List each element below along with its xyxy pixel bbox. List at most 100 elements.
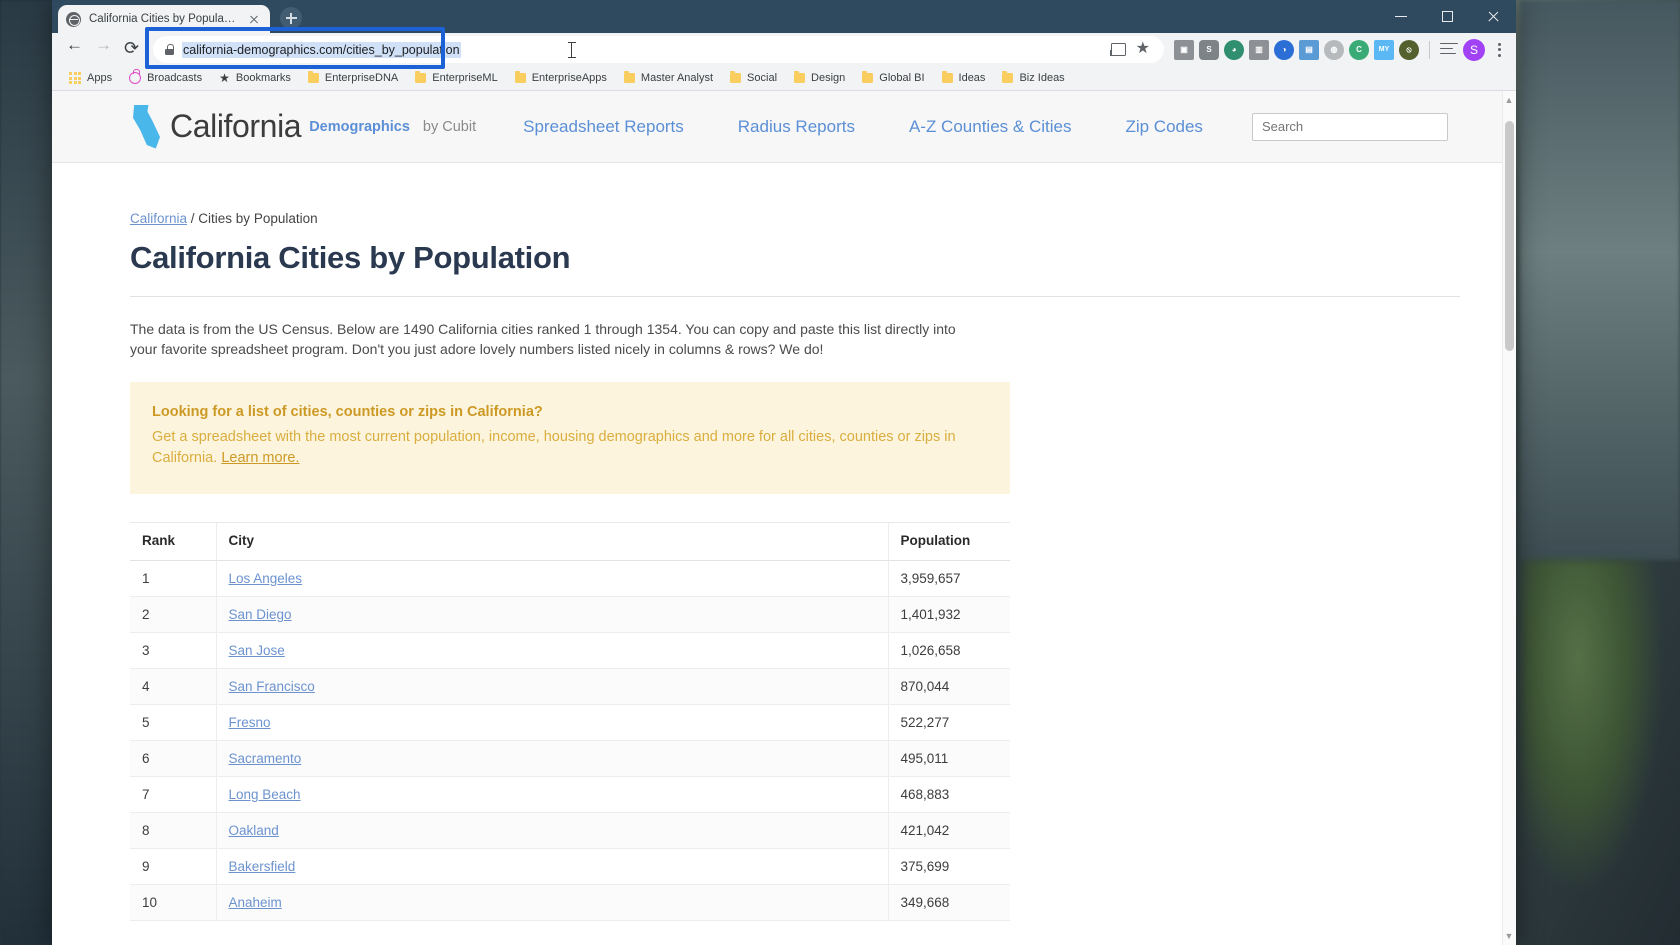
bookmark-enterpriseapps[interactable]: EnterpriseApps bbox=[508, 70, 614, 86]
bookmark-social[interactable]: Social bbox=[723, 70, 784, 86]
forward-button[interactable] bbox=[89, 36, 116, 63]
skype-extension-icon[interactable]: S bbox=[1199, 39, 1219, 60]
city-link[interactable]: Bakersfield bbox=[229, 859, 296, 874]
phone-extension-icon[interactable]: ◕ bbox=[1224, 39, 1244, 60]
cell-population: 421,042 bbox=[888, 812, 1010, 850]
block-extension-icon[interactable]: ⦸ bbox=[1399, 39, 1419, 60]
cell-population: 3,959,657 bbox=[888, 560, 1010, 598]
cast-icon[interactable] bbox=[1109, 43, 1126, 56]
green-circle-extension-icon[interactable]: C bbox=[1349, 39, 1369, 60]
nav-radius-reports[interactable]: Radius Reports bbox=[711, 117, 882, 137]
url-text: california-demographics.com/cities_by_po… bbox=[182, 41, 461, 58]
learn-more-link[interactable]: Learn more. bbox=[221, 450, 299, 466]
site-logo[interactable]: California Demographics by Cubit bbox=[130, 104, 476, 149]
table-head: Rank City Population bbox=[130, 522, 1010, 562]
bookmark-bookmarks[interactable]: ★ Bookmarks bbox=[212, 70, 298, 86]
folder-icon bbox=[941, 71, 953, 83]
cell-city: Anaheim bbox=[215, 884, 889, 922]
city-link[interactable]: San Jose bbox=[229, 643, 285, 658]
scrollbar-thumb[interactable] bbox=[1505, 121, 1514, 351]
table-body: 1 Los Angeles 3,959,657 2 San Diego 1,40… bbox=[130, 560, 1010, 922]
city-link[interactable]: Sacramento bbox=[229, 751, 302, 766]
lock-icon[interactable] bbox=[165, 44, 174, 55]
blue-square-extension-icon[interactable]: ▤ bbox=[1299, 39, 1319, 60]
column-header-city[interactable]: City bbox=[215, 522, 889, 562]
city-link[interactable]: Anaheim bbox=[229, 895, 282, 910]
bookmark-label: Ideas bbox=[958, 72, 986, 84]
bookmark-star-icon[interactable]: ★ bbox=[1136, 40, 1150, 57]
apps-grid-icon bbox=[69, 72, 81, 84]
search-input[interactable] bbox=[1251, 112, 1448, 141]
bookmark-global-bi[interactable]: Global BI bbox=[855, 70, 931, 86]
folder-icon bbox=[307, 71, 319, 83]
navigation-toolbar: california-demographics.com/cities_by_po… bbox=[52, 27, 1516, 69]
callout-title: Looking for a list of cities, counties o… bbox=[152, 403, 543, 420]
page-scrollbar[interactable]: ▲ ▼ bbox=[1502, 91, 1516, 945]
browser-tab[interactable]: California Cities by Population bbox=[58, 5, 270, 33]
column-header-rank[interactable]: Rank bbox=[130, 522, 216, 562]
back-button[interactable] bbox=[60, 36, 87, 63]
bookmark-ideas[interactable]: Ideas bbox=[935, 70, 993, 86]
bookmark-biz-ideas[interactable]: Biz Ideas bbox=[995, 70, 1071, 86]
california-state-icon bbox=[133, 104, 160, 149]
bookmark-label: Biz Ideas bbox=[1019, 72, 1065, 84]
table-row: 2 San Diego 1,401,932 bbox=[130, 596, 1010, 634]
bookmark-broadcasts[interactable]: Broadcasts bbox=[122, 69, 209, 86]
bookmark-master-analyst[interactable]: Master Analyst bbox=[617, 70, 720, 86]
bookmark-label: EnterpriseML bbox=[432, 72, 498, 84]
browser-window: California Cities by Population californ… bbox=[52, 0, 1516, 945]
moon-extension-icon[interactable]: ◑ bbox=[1274, 39, 1294, 60]
cell-city: Oakland bbox=[215, 812, 889, 850]
reload-button[interactable] bbox=[118, 36, 145, 63]
window-close-button[interactable] bbox=[1470, 0, 1516, 33]
breadcrumb: California / Cities by Population bbox=[130, 211, 1452, 226]
nav-zip-codes[interactable]: Zip Codes bbox=[1098, 117, 1229, 137]
page-content: California / Cities by Population Califo… bbox=[52, 163, 1460, 922]
city-link[interactable]: Oakland bbox=[229, 823, 279, 838]
columns-extension-icon[interactable]: ▥ bbox=[1249, 39, 1269, 60]
bookmark-design[interactable]: Design bbox=[787, 70, 852, 86]
city-link[interactable]: Los Angeles bbox=[229, 571, 303, 586]
screenshot-extension-icon[interactable]: ▣ bbox=[1174, 39, 1194, 60]
breadcrumb-current: Cities by Population bbox=[198, 211, 318, 226]
my-extension-icon[interactable]: MY bbox=[1374, 39, 1394, 60]
scroll-up-icon[interactable]: ▲ bbox=[1504, 95, 1514, 105]
bookmark-enterpriseml[interactable]: EnterpriseML bbox=[408, 70, 504, 86]
desktop-window-light bbox=[1520, 0, 1680, 560]
folder-icon bbox=[862, 71, 874, 83]
table-row: 1 Los Angeles 3,959,657 bbox=[130, 560, 1010, 598]
bookmark-apps[interactable]: Apps bbox=[62, 70, 119, 86]
omnibox-wrapper: california-demographics.com/cities_by_po… bbox=[145, 27, 1164, 69]
column-header-population[interactable]: Population bbox=[888, 522, 1010, 562]
city-link[interactable]: San Francisco bbox=[229, 679, 315, 694]
cell-population: 870,044 bbox=[888, 668, 1010, 706]
maximize-button[interactable] bbox=[1424, 0, 1470, 33]
city-link[interactable]: Fresno bbox=[229, 715, 271, 730]
kebab-menu-icon[interactable] bbox=[1490, 40, 1508, 60]
address-bar[interactable]: california-demographics.com/cities_by_po… bbox=[153, 36, 1164, 63]
table-header-row: Rank City Population bbox=[130, 522, 1010, 562]
nav-az-counties-cities[interactable]: A-Z Counties & Cities bbox=[882, 117, 1099, 137]
nav-spreadsheet-reports[interactable]: Spreadsheet Reports bbox=[496, 117, 711, 137]
cell-rank: 4 bbox=[130, 668, 216, 706]
bookmark-label: Design bbox=[811, 72, 846, 84]
cell-rank: 1 bbox=[130, 560, 216, 598]
folder-icon bbox=[730, 71, 742, 83]
city-link[interactable]: Long Beach bbox=[229, 787, 301, 802]
close-icon[interactable] bbox=[246, 11, 262, 27]
city-link[interactable]: San Diego bbox=[229, 607, 292, 622]
new-tab-button[interactable] bbox=[280, 7, 302, 29]
window-controls bbox=[1378, 0, 1516, 33]
bookmark-label: EnterpriseDNA bbox=[324, 72, 399, 84]
bookmark-label: Broadcasts bbox=[147, 72, 203, 84]
bookmark-enterprisedna[interactable]: EnterpriseDNA bbox=[301, 70, 405, 86]
bookmark-label: Global BI bbox=[879, 72, 925, 84]
population-table: Rank City Population 1 Los Angeles 3,959… bbox=[130, 522, 1010, 922]
minimize-button[interactable] bbox=[1378, 0, 1424, 33]
cell-city: Los Angeles bbox=[215, 560, 889, 598]
breadcrumb-root-link[interactable]: California bbox=[130, 211, 187, 226]
grey-circle-extension-icon[interactable]: ◍ bbox=[1324, 39, 1344, 60]
avatar[interactable]: S bbox=[1463, 38, 1485, 61]
reading-list-icon[interactable] bbox=[1440, 42, 1458, 57]
scroll-down-icon[interactable]: ▼ bbox=[1504, 931, 1514, 941]
